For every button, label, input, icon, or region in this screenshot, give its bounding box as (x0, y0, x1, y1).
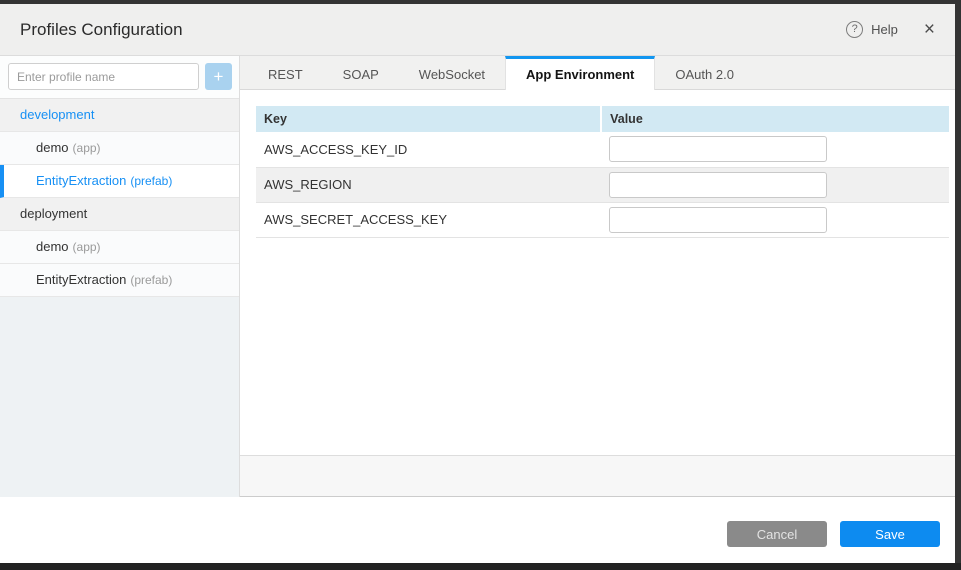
sidebar-item-demo-app-2[interactable]: demo (app) (0, 231, 239, 264)
sidebar-item-entityextraction-prefab[interactable]: EntityExtraction (prefab) (0, 165, 239, 198)
service-tabs: REST SOAP WebSocket App Environment OAut… (240, 56, 961, 90)
env-variables-table: Key Value AWS_ACCESS_KEY_ID AWS_REGION (256, 106, 949, 238)
env-value-input-aws-region[interactable] (609, 172, 827, 198)
page-title: Profiles Configuration (20, 20, 183, 40)
content-footer-strip (240, 455, 961, 497)
save-button[interactable]: Save (840, 521, 940, 547)
profile-type-suffix: (prefab) (130, 174, 172, 188)
dialog-footer: Cancel Save (0, 497, 961, 563)
tab-soap[interactable]: SOAP (323, 56, 399, 89)
column-header-key: Key (256, 106, 601, 132)
profile-label: development (20, 107, 94, 122)
sidebar-item-demo-app[interactable]: demo (app) (0, 132, 239, 165)
app-right-edge (955, 0, 961, 570)
profile-type-suffix: (app) (73, 141, 101, 155)
env-key-aws-secret-access-key: AWS_SECRET_ACCESS_KEY (256, 202, 601, 237)
profile-search-row: + (0, 56, 239, 99)
help-icon[interactable]: ? (846, 21, 863, 38)
help-link[interactable]: Help (871, 22, 898, 37)
env-value-input-aws-secret-access-key[interactable] (609, 207, 827, 233)
tab-rest[interactable]: REST (248, 56, 323, 89)
profile-name-input[interactable] (8, 63, 199, 90)
profile-config-content: REST SOAP WebSocket App Environment OAut… (240, 56, 961, 497)
add-profile-button[interactable]: + (205, 63, 232, 90)
profile-label: demo (36, 140, 69, 155)
profile-type-suffix: (app) (73, 240, 101, 254)
tab-oauth[interactable]: OAuth 2.0 (655, 56, 754, 89)
profile-label: deployment (20, 206, 87, 221)
app-top-edge (0, 0, 961, 4)
env-key-aws-region: AWS_REGION (256, 167, 601, 202)
env-key-aws-access-key-id: AWS_ACCESS_KEY_ID (256, 132, 601, 167)
close-icon[interactable]: × (924, 20, 935, 39)
tab-app-environment[interactable]: App Environment (505, 56, 655, 90)
app-bottom-edge (0, 563, 961, 570)
sidebar-item-entityextraction-prefab-2[interactable]: EntityExtraction (prefab) (0, 264, 239, 297)
dialog-header: Profiles Configuration ? Help × (0, 4, 961, 56)
sidebar-item-deployment[interactable]: deployment (0, 198, 239, 231)
profiles-sidebar: + development demo (app) EntityExtraction… (0, 56, 240, 497)
profile-label: EntityExtraction (36, 272, 126, 287)
tab-websocket[interactable]: WebSocket (399, 56, 505, 89)
sidebar-item-development[interactable]: development (0, 99, 239, 132)
env-value-input-aws-access-key-id[interactable] (609, 136, 827, 162)
dialog-body: + development demo (app) EntityExtraction… (0, 56, 961, 497)
table-row: AWS_REGION (256, 167, 949, 202)
profiles-configuration-dialog: Profiles Configuration ? Help × + develo… (0, 0, 961, 570)
profile-label: EntityExtraction (36, 173, 126, 188)
profile-label: demo (36, 239, 69, 254)
cancel-button[interactable]: Cancel (727, 521, 827, 547)
table-row: AWS_ACCESS_KEY_ID (256, 132, 949, 167)
profile-type-suffix: (prefab) (130, 273, 172, 287)
header-actions: ? Help × (846, 20, 935, 39)
profile-list: development demo (app) EntityExtraction (p… (0, 99, 239, 297)
column-header-value: Value (601, 106, 949, 132)
table-header-row: Key Value (256, 106, 949, 132)
app-environment-panel: Key Value AWS_ACCESS_KEY_ID AWS_REGION (240, 90, 961, 455)
table-row: AWS_SECRET_ACCESS_KEY (256, 202, 949, 237)
